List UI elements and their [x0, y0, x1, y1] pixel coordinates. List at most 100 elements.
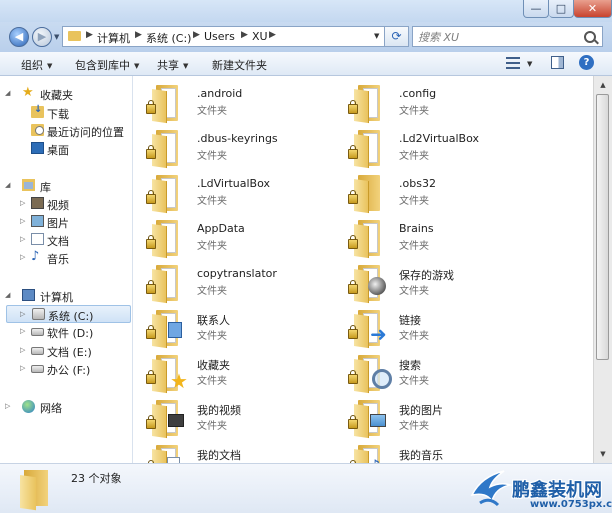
breadcrumb-computer[interactable]: 计算机: [97, 30, 130, 46]
folder-icon: [152, 130, 182, 169]
file-item[interactable]: ★ 收藏夹 文件夹: [140, 349, 340, 394]
breadcrumb-system-c[interactable]: 系统 (C:): [146, 30, 191, 46]
file-name: 保存的游戏: [399, 269, 454, 282]
nav-libraries-label: 库: [40, 181, 51, 194]
file-item[interactable]: 我的图片 文件夹: [342, 394, 542, 439]
file-item[interactable]: .obs32 文件夹: [342, 169, 542, 214]
vertical-scrollbar[interactable]: ▲ ▼: [593, 76, 612, 463]
new-folder-button[interactable]: 新建文件夹: [212, 57, 267, 73]
expander-icon[interactable]: ▷: [20, 199, 25, 207]
scroll-down-icon[interactable]: ▼: [595, 446, 611, 462]
breadcrumb-separator-icon[interactable]: ▶: [241, 30, 248, 40]
search-box[interactable]: [412, 26, 603, 47]
file-item[interactable]: .dbus-keyrings 文件夹: [140, 124, 340, 169]
navigation-pane: ◢ ★ 收藏夹 下载 最近访问的位置 桌面 ◢ 库 ▷ 视频 ▷ 图片 ▷ 文档…: [0, 76, 133, 463]
organize-button[interactable]: 组织 ▼: [21, 57, 52, 73]
expander-icon[interactable]: ▷: [20, 310, 25, 318]
search-input[interactable]: [416, 28, 585, 46]
breadcrumb-users[interactable]: Users: [204, 30, 235, 43]
file-item[interactable]: 我的文档文件夹: [140, 439, 340, 463]
nav-drive-e[interactable]: ▷ 文档 (E:): [0, 342, 133, 360]
lock-icon: [146, 145, 156, 159]
nav-computer-label: 计算机: [40, 291, 73, 304]
expander-icon[interactable]: ▷: [20, 235, 25, 243]
breadcrumb-separator-icon[interactable]: ▶: [86, 30, 93, 40]
address-row: ◀ ▶ ▼ ▶ 计算机 ▶ 系统 (C:) ▶ Users ▶ XU ▶ ▼ ⟳: [0, 22, 612, 52]
file-item[interactable]: ♪我的音乐文件夹: [342, 439, 542, 463]
search-icon[interactable]: [584, 31, 596, 43]
refresh-button[interactable]: ⟳: [385, 26, 409, 47]
nav-drive-c[interactable]: ▷ 系统 (C:): [6, 305, 131, 323]
nav-videos[interactable]: ▷ 视频: [0, 195, 133, 213]
file-item[interactable]: 搜索 文件夹: [342, 349, 542, 394]
folder-icon: [354, 130, 384, 169]
forward-button[interactable]: ▶: [32, 27, 52, 47]
nav-libraries[interactable]: ◢ 库: [0, 177, 133, 195]
breadcrumb-separator-icon[interactable]: ▶: [269, 30, 276, 40]
nav-network[interactable]: ▷ 网络: [0, 398, 133, 416]
breadcrumb-separator-icon[interactable]: ▶: [193, 30, 200, 40]
file-item[interactable]: .Ld2VirtualBox 文件夹: [342, 124, 542, 169]
file-item[interactable]: .LdVirtualBox 文件夹: [140, 169, 340, 214]
file-item[interactable]: 我的视频 文件夹: [140, 394, 340, 439]
nav-drive-f[interactable]: ▷ 办公 (F:): [0, 360, 133, 378]
expander-icon[interactable]: ▷: [20, 346, 25, 354]
lock-icon: [348, 100, 358, 114]
breadcrumb-xu[interactable]: XU: [252, 30, 268, 43]
maximize-button[interactable]: □: [549, 0, 574, 18]
picture-icon: [370, 414, 386, 427]
help-icon[interactable]: ?: [579, 55, 594, 70]
nav-music[interactable]: ▷ ♪ 音乐: [0, 249, 133, 267]
contact-icon: [168, 322, 182, 338]
expander-icon[interactable]: ▷: [20, 327, 25, 335]
breadcrumb-separator-icon[interactable]: ▶: [135, 30, 142, 40]
file-item[interactable]: .android 文件夹: [140, 79, 340, 124]
recent-pages-dropdown[interactable]: ▼: [54, 33, 59, 41]
file-item[interactable]: copytranslator 文件夹: [140, 259, 340, 304]
share-button[interactable]: 共享 ▼: [157, 57, 188, 73]
include-in-library-button[interactable]: 包含到库中 ▼: [75, 57, 139, 73]
file-type: 文件夹: [399, 421, 429, 432]
view-dropdown-icon[interactable]: ▼: [527, 60, 532, 68]
file-item[interactable]: 联系人 文件夹: [140, 304, 340, 349]
preview-pane-icon[interactable]: [551, 56, 564, 69]
file-item[interactable]: Brains 文件夹: [342, 214, 542, 259]
file-name: AppData: [197, 222, 245, 235]
maximize-icon: □: [555, 2, 567, 15]
nav-pictures[interactable]: ▷ 图片: [0, 213, 133, 231]
nav-downloads[interactable]: 下载: [0, 104, 133, 122]
lock-icon: [146, 190, 156, 204]
address-bar[interactable]: ▶ 计算机 ▶ 系统 (C:) ▶ Users ▶ XU ▶ ▼: [62, 26, 385, 47]
file-item[interactable]: AppData 文件夹: [140, 214, 340, 259]
minimize-button[interactable]: —: [523, 0, 549, 18]
chevron-down-icon: ▼: [134, 62, 140, 70]
lock-icon: [348, 325, 358, 339]
expander-icon[interactable]: ◢: [5, 181, 10, 189]
back-button[interactable]: ◀: [9, 27, 29, 47]
change-view-icon[interactable]: [506, 56, 520, 70]
folder-icon: ♪: [354, 445, 384, 463]
file-item[interactable]: .config 文件夹: [342, 79, 542, 124]
nav-drive-d[interactable]: ▷ 软件 (D:): [0, 323, 133, 341]
nav-favorites[interactable]: ◢ ★ 收藏夹: [0, 85, 133, 103]
nav-computer[interactable]: ◢ 计算机: [0, 287, 133, 305]
close-icon: ✕: [587, 2, 598, 15]
expander-icon[interactable]: ◢: [5, 89, 10, 97]
expander-icon[interactable]: ▷: [20, 217, 25, 225]
expander-icon[interactable]: ▷: [20, 364, 25, 372]
expander-icon[interactable]: ▷: [5, 402, 10, 410]
expander-icon[interactable]: ◢: [5, 291, 10, 299]
nav-music-label: 音乐: [47, 253, 69, 266]
nav-desktop[interactable]: 桌面: [0, 140, 133, 158]
nav-recent-places[interactable]: 最近访问的位置: [0, 122, 133, 140]
scroll-up-icon[interactable]: ▲: [595, 77, 611, 93]
folder-icon: ★: [152, 355, 188, 394]
file-item[interactable]: ➜ 链接 文件夹: [342, 304, 542, 349]
file-item[interactable]: 保存的游戏 文件夹: [342, 259, 542, 304]
expander-icon[interactable]: ▷: [20, 253, 25, 261]
nav-documents[interactable]: ▷ 文档: [0, 231, 133, 249]
file-type: 文件夹: [197, 421, 227, 432]
close-button[interactable]: ✕: [574, 0, 612, 18]
scroll-thumb[interactable]: [596, 94, 609, 360]
address-dropdown-icon[interactable]: ▼: [374, 32, 379, 40]
